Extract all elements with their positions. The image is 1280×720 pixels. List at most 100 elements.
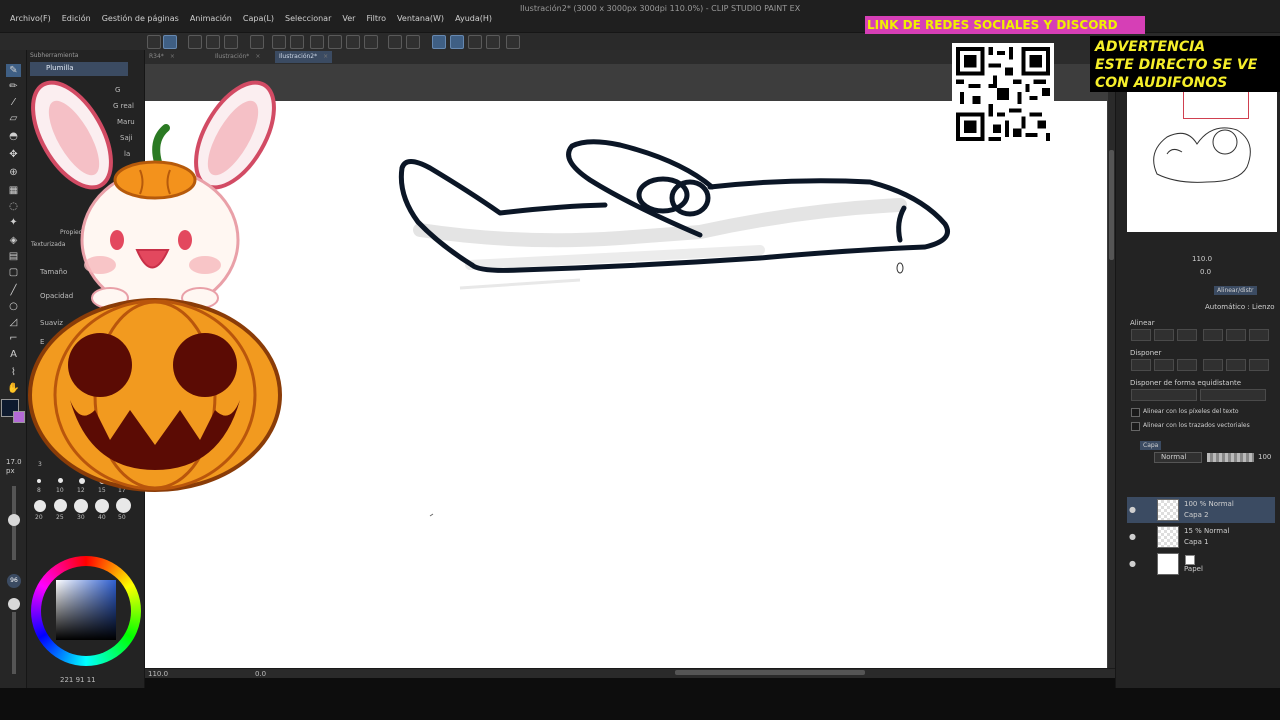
align-top-button[interactable] <box>1203 329 1223 341</box>
doc-tab-ilustracion2[interactable]: Ilustración2* × <box>275 51 333 63</box>
close-icon[interactable]: × <box>255 53 260 60</box>
pen-pressure-icon[interactable] <box>163 35 177 49</box>
size-preset[interactable]: 3 <box>38 461 42 468</box>
canvas-paper[interactable] <box>145 101 1107 668</box>
subtool-selected[interactable]: Plumilla <box>30 62 128 76</box>
gradient-icon[interactable]: ▤ <box>6 250 21 263</box>
size-preset-dot[interactable] <box>95 499 109 513</box>
size-preset[interactable]: 10 <box>56 487 64 494</box>
distribute-middle-button[interactable] <box>1226 359 1246 371</box>
menu-ayuda[interactable]: Ayuda(H) <box>451 14 499 23</box>
rotation-readout[interactable]: 0.0 <box>255 670 266 678</box>
doc-tab-r34[interactable]: R34* × <box>145 51 179 63</box>
close-icon[interactable]: × <box>323 53 328 60</box>
align-center-button[interactable] <box>1154 329 1174 341</box>
fill-icon[interactable]: ◈ <box>6 234 21 247</box>
menu-ventana[interactable]: Ventana(W) <box>393 14 451 23</box>
size-preset-dot[interactable] <box>119 476 127 484</box>
size-preset[interactable]: 25 <box>56 514 64 521</box>
blend-icon[interactable]: ◓ <box>6 130 21 143</box>
brush-la[interactable]: la <box>124 150 130 158</box>
size-preset-dot[interactable] <box>54 499 67 512</box>
size-preset[interactable]: 8 <box>37 487 41 494</box>
size-preset-dot[interactable] <box>58 478 63 483</box>
eyedropper-icon[interactable]: ⌇ <box>6 366 21 379</box>
eye-icon[interactable]: ● <box>1129 532 1136 541</box>
layer-row-capa-2[interactable]: ● 100 % Normal Capa 2 <box>1127 497 1275 523</box>
menu-seleccionar[interactable]: Seleccionar <box>281 14 338 23</box>
menu-archivo[interactable]: Archivo(F) <box>6 14 58 23</box>
deselect-icon[interactable] <box>388 35 402 49</box>
equidistant-vertical-button[interactable] <box>1200 389 1266 401</box>
color-saturation-square[interactable] <box>56 580 116 640</box>
menu-capa[interactable]: Capa(L) <box>239 14 281 23</box>
size-preset[interactable]: 15 <box>98 487 106 494</box>
doc-tab-ilustracion[interactable]: Ilustración* × <box>211 51 264 63</box>
vertical-scrollbar-thumb[interactable] <box>1109 150 1114 260</box>
menu-filtro[interactable]: Filtro <box>362 14 393 23</box>
tool-property-tab[interactable]: Propied <box>60 229 83 236</box>
navigator-angle[interactable]: 0.0 <box>1200 268 1211 276</box>
align-mode[interactable]: Automático : Lienzo <box>1205 303 1275 311</box>
size-preset-dot[interactable] <box>116 498 131 513</box>
align-vector-paths-checkbox[interactable] <box>1131 422 1140 431</box>
size-preset-dot[interactable] <box>79 478 85 484</box>
background-color-swatch[interactable] <box>13 411 25 423</box>
size-preset[interactable]: 50 <box>118 514 126 521</box>
layer-row-capa-1[interactable]: ● 15 % Normal Capa 1 <box>1127 524 1275 550</box>
navigator-zoom[interactable]: 110.0 <box>1192 255 1212 263</box>
move-icon[interactable]: ✥ <box>6 148 21 161</box>
size-preset[interactable]: 12 <box>77 487 85 494</box>
layer-row-papel[interactable]: ● Papel <box>1127 551 1275 577</box>
size-preset-dot[interactable] <box>99 477 106 484</box>
pen-icon[interactable]: ✎ <box>6 64 21 77</box>
crop-icon[interactable] <box>364 35 378 49</box>
redo-icon[interactable] <box>290 35 304 49</box>
brush-maru[interactable]: Maru <box>117 118 135 126</box>
line-icon[interactable]: ╱ <box>6 284 21 297</box>
size-preset-dot[interactable] <box>37 479 41 483</box>
clear-icon[interactable] <box>328 35 342 49</box>
magic-wand-icon[interactable]: ✦ <box>6 216 21 229</box>
edit-icon[interactable] <box>486 35 500 49</box>
layer-opacity-slider[interactable] <box>1207 453 1254 462</box>
layer-opacity-value[interactable]: 100 <box>1258 453 1271 461</box>
align-middle-button[interactable] <box>1226 329 1246 341</box>
close-icon[interactable]: × <box>170 53 175 60</box>
menu-gestion-paginas[interactable]: Gestión de páginas <box>98 14 186 23</box>
pencil-icon[interactable]: ✏ <box>6 80 21 93</box>
undo-icon[interactable] <box>272 35 286 49</box>
ruler-icon[interactable]: ⌐ <box>6 332 21 345</box>
distribute-left-button[interactable] <box>1131 359 1151 371</box>
open-file-icon[interactable] <box>206 35 220 49</box>
distribute-right-button[interactable] <box>1177 359 1197 371</box>
transform-icon[interactable]: ⊕ <box>6 166 21 179</box>
loading-icon[interactable] <box>310 35 324 49</box>
snap-ruler-icon[interactable] <box>432 35 446 49</box>
fill-icon[interactable] <box>346 35 360 49</box>
save-as-icon[interactable] <box>250 35 264 49</box>
snap-special-icon[interactable] <box>468 35 482 49</box>
align-right-button[interactable] <box>1177 329 1197 341</box>
text-icon[interactable]: A <box>6 348 21 361</box>
menu-hamburger-icon[interactable] <box>147 35 161 49</box>
distribute-top-button[interactable] <box>1203 359 1223 371</box>
blend-mode-select[interactable]: Normal <box>1154 452 1202 463</box>
align-text-pixels-checkbox[interactable] <box>1131 408 1140 417</box>
menu-animacion[interactable]: Animación <box>186 14 239 23</box>
layer-panel-tab[interactable]: Capa <box>1140 441 1162 450</box>
menu-edicion[interactable]: Edición <box>58 14 98 23</box>
invert-selection-icon[interactable] <box>406 35 420 49</box>
grid-select-icon[interactable]: ▦ <box>6 184 21 197</box>
size-preset-dot[interactable] <box>34 500 46 512</box>
help-icon[interactable] <box>506 35 520 49</box>
align-panel-tab[interactable]: Alinear/distr <box>1214 286 1257 295</box>
snap-grid-icon[interactable] <box>450 35 464 49</box>
size-preset-dot[interactable] <box>74 499 88 513</box>
hand-icon[interactable]: ✋ <box>6 382 21 395</box>
size-preset[interactable]: 40 <box>98 514 106 521</box>
frame-icon[interactable]: ◿ <box>6 316 21 329</box>
size-preset[interactable]: 20 <box>35 514 43 521</box>
opacity-slider-handle[interactable] <box>8 598 20 610</box>
horizontal-scrollbar-thumb[interactable] <box>675 670 865 675</box>
